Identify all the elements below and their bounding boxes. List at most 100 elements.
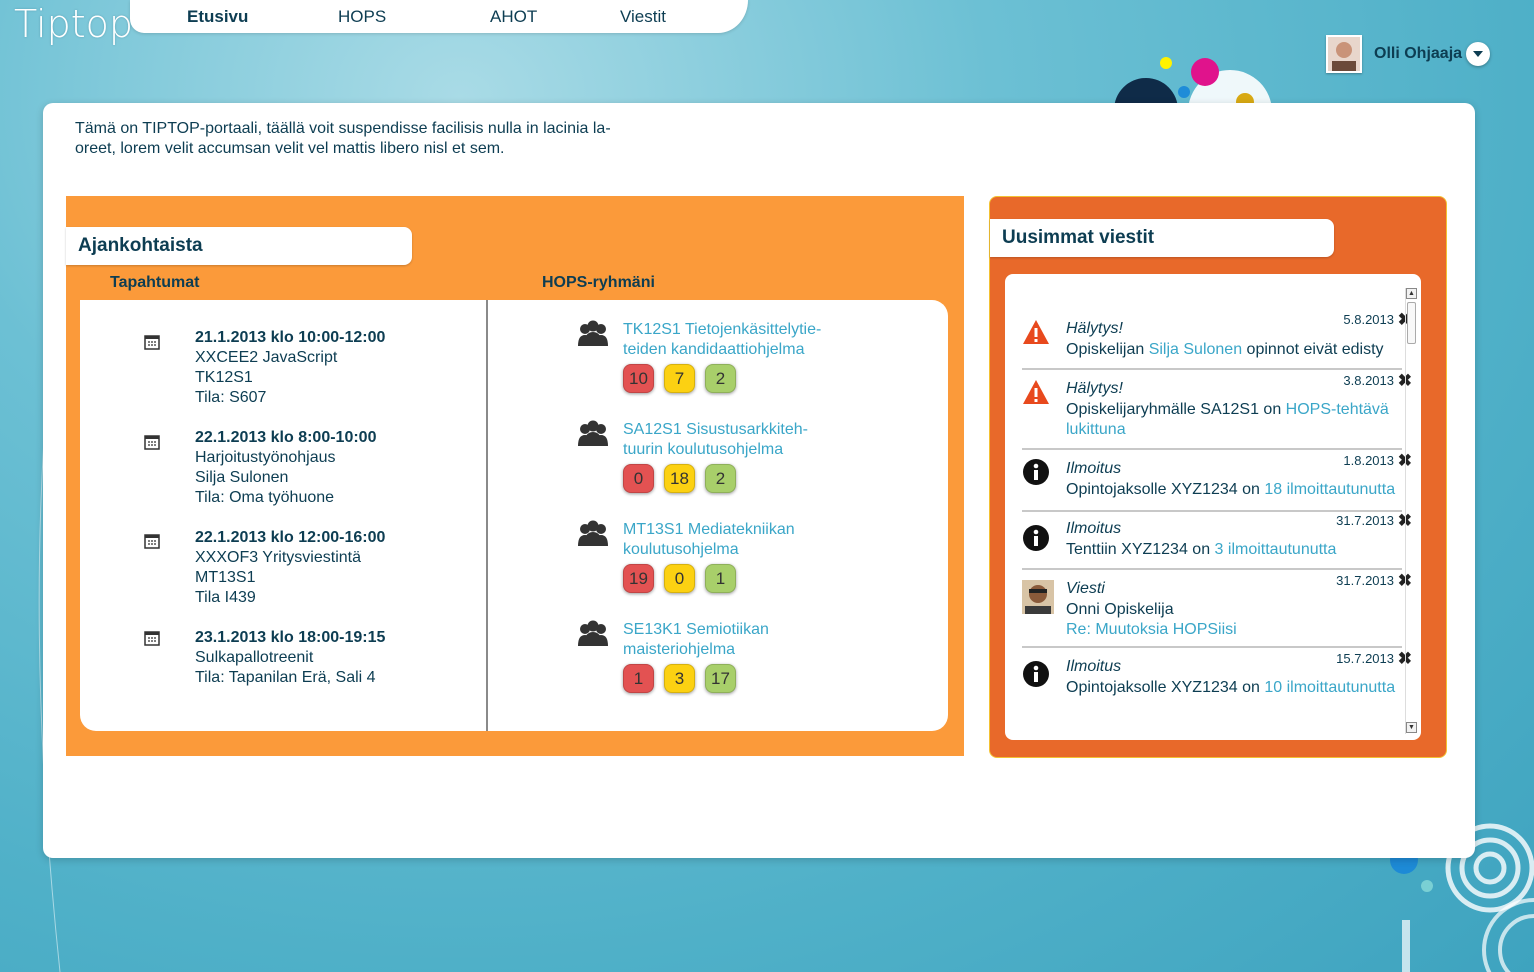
message-body: Opiskelijaryhmälle SA12S1 on HOPS-tehtäv… (1066, 401, 1389, 438)
message-type: Ilmoitus (1066, 520, 1122, 537)
hops-group: SE13K1 Semiotiikan maisteriohjelma 1 3 17 (578, 620, 853, 693)
count-green-badge[interactable]: 17 (705, 664, 736, 693)
scroll-down-button[interactable]: ▼ (1406, 722, 1417, 733)
event-line: Silja Sulonen (195, 469, 289, 486)
message-link[interactable]: Re: Muutoksia HOPSiisi (1066, 621, 1237, 638)
groups-heading: HOPS-ryhmäni (542, 274, 655, 291)
nav-etusivu[interactable]: Etusivu (187, 7, 248, 27)
event-line: Tila: Oma työhuone (195, 489, 335, 506)
message-link[interactable]: lukittuna (1066, 421, 1126, 438)
message-date: 1.8.2013 (1343, 453, 1394, 468)
group-link[interactable]: TK12S1 Tietojenkäsittelytie-teiden kandi… (623, 320, 853, 360)
nav-ahot[interactable]: AHOT (490, 7, 537, 27)
event-line: Tila: Tapanilan Erä, Sali 4 (195, 669, 376, 686)
message-item[interactable]: Ilmoitus 15.7.2013 ✖ Opintojaksolle XYZ1… (1022, 649, 1412, 740)
nav-hops[interactable]: HOPS (338, 7, 386, 27)
count-yellow-badge[interactable]: 3 (664, 664, 695, 693)
calendar-icon (144, 435, 160, 450)
messages-panel: Uusimmat viestit Hälytys! 5.8.2013 ✖ Opi… (989, 196, 1447, 758)
message-date: 31.7.2013 (1336, 573, 1394, 588)
message-link[interactable]: HOPS-tehtävä (1286, 401, 1389, 418)
calendar-icon (144, 534, 160, 549)
hops-group: SA12S1 Sisustusarkkiteh-tuurin koulutuso… (578, 420, 853, 493)
event-item: 21.1.2013 klo 10:00-12:00 XXCEE2 JavaScr… (195, 328, 385, 408)
user-name[interactable]: Olli Ohjaaja (1374, 45, 1462, 63)
main-nav: Etusivu HOPS AHOT Viestit (130, 0, 748, 33)
event-item: 23.1.2013 klo 18:00-19:15 Sulkapallotree… (195, 628, 385, 688)
avatar (1022, 580, 1054, 614)
user-avatar[interactable] (1326, 35, 1362, 73)
message-date: 3.8.2013 (1343, 373, 1394, 388)
count-green-badge[interactable]: 2 (705, 364, 736, 393)
app-logo[interactable]: Tiptop (14, 2, 133, 46)
message-body: Opiskelijan Silja Sulonen opinnot eivät … (1066, 341, 1384, 358)
warning-icon (1023, 380, 1049, 404)
info-icon (1023, 661, 1049, 687)
calendar-icon (144, 335, 160, 350)
message-item[interactable]: Hälytys! 5.8.2013 ✖ Opiskelijan Silja Su… (1022, 310, 1412, 370)
message-item[interactable]: Viesti 31.7.2013 ✖ Onni Opiskelija Re: Mu… (1022, 571, 1412, 648)
message-link[interactable]: 18 ilmoittautunutta (1264, 481, 1395, 498)
messages-title: Uusimmat viestit (990, 219, 1334, 257)
info-icon (1023, 459, 1049, 485)
group-link[interactable]: SA12S1 Sisustusarkkiteh-tuurin koulutuso… (623, 420, 853, 460)
event-date: 22.1.2013 klo 12:00-16:00 (195, 529, 386, 546)
scroll-up-button[interactable]: ▲ (1406, 288, 1417, 299)
count-yellow-badge[interactable]: 7 (664, 364, 695, 393)
count-yellow-badge[interactable]: 0 (664, 564, 695, 593)
count-yellow-badge[interactable]: 18 (664, 464, 695, 493)
event-date: 21.1.2013 klo 10:00-12:00 (195, 329, 386, 346)
count-red-badge[interactable]: 0 (623, 464, 654, 493)
nav-viestit[interactable]: Viestit (620, 7, 666, 27)
news-title: Ajankohtaista (66, 227, 412, 265)
scroll-thumb[interactable] (1407, 302, 1416, 344)
message-body: Tenttiin XYZ1234 on 3 ilmoittautunutta (1066, 541, 1337, 558)
message-type: Hälytys! (1066, 380, 1123, 397)
message-type: Ilmoitus (1066, 460, 1122, 477)
message-type: Viesti (1066, 580, 1105, 597)
group-icon (578, 620, 608, 646)
hops-group: TK12S1 Tietojenkäsittelytie-teiden kandi… (578, 320, 853, 393)
message-item[interactable]: Ilmoitus 1.8.2013 ✖ Opintojaksolle XYZ12… (1022, 451, 1412, 512)
message-item[interactable]: Hälytys! 3.8.2013 ✖ Opiskelijaryhmälle S… (1022, 371, 1412, 450)
event-line: XXXOF3 Yritysviestintä (195, 549, 361, 566)
event-line: TK12S1 (195, 369, 253, 386)
count-red-badge[interactable]: 1 (623, 664, 654, 693)
intro-text: Tämä on TIPTOP-portaali, täällä voit sus… (75, 120, 611, 157)
event-line: Harjoitustyönohjaus (195, 449, 336, 466)
user-dropdown-button[interactable] (1466, 42, 1491, 66)
group-link[interactable]: SE13K1 Semiotiikan maisteriohjelma (623, 620, 853, 660)
messages-list: Hälytys! 5.8.2013 ✖ Opiskelijan Silja Su… (1022, 274, 1412, 740)
message-body: Onni Opiskelija Re: Muutoksia HOPSiisi (1066, 601, 1237, 638)
message-link[interactable]: Silja Sulonen (1149, 341, 1242, 358)
event-line: Tila: S607 (195, 389, 267, 406)
main-content: Tämä on TIPTOP-portaali, täällä voit sus… (43, 103, 1475, 858)
calendar-icon (144, 631, 160, 646)
message-body: Opintojaksolle XYZ1234 on 10 ilmoittautu… (1066, 679, 1396, 696)
messages-scrollbar[interactable]: ▲ ▼ (1405, 288, 1417, 734)
message-body: Opintojaksolle XYZ1234 on 18 ilmoittautu… (1066, 481, 1396, 498)
info-icon (1023, 525, 1049, 551)
event-line: Tila I439 (195, 589, 256, 606)
message-date: 31.7.2013 (1336, 513, 1394, 528)
event-item: 22.1.2013 klo 8:00-10:00 Harjoitustyönoh… (195, 428, 376, 508)
warning-icon (1023, 320, 1049, 344)
event-line: MT13S1 (195, 569, 256, 586)
events-heading: Tapahtumat (110, 274, 200, 291)
user-menu[interactable]: Olli Ohjaaja (1326, 34, 1491, 74)
event-date: 23.1.2013 klo 18:00-19:15 (195, 629, 386, 646)
count-green-badge[interactable]: 2 (705, 464, 736, 493)
count-red-badge[interactable]: 19 (623, 564, 654, 593)
news-panel: Ajankohtaista Tapahtumat HOPS-ryhmäni 21… (66, 196, 964, 756)
message-link[interactable]: 3 ilmoittautunutta (1215, 541, 1337, 558)
group-link[interactable]: MT13S1 Mediatekniikan koulutusohjelma (623, 520, 853, 560)
event-line: Sulkapallotreenit (195, 649, 314, 666)
count-green-badge[interactable]: 1 (705, 564, 736, 593)
column-divider (486, 300, 488, 731)
count-red-badge[interactable]: 10 (623, 364, 654, 393)
message-type: Hälytys! (1066, 320, 1123, 337)
message-link[interactable]: 10 ilmoittautunutta (1264, 679, 1395, 696)
message-type: Ilmoitus (1066, 658, 1122, 675)
message-item[interactable]: Ilmoitus 31.7.2013 ✖ Tenttiin XYZ1234 on… (1022, 511, 1412, 570)
group-icon (578, 520, 608, 546)
